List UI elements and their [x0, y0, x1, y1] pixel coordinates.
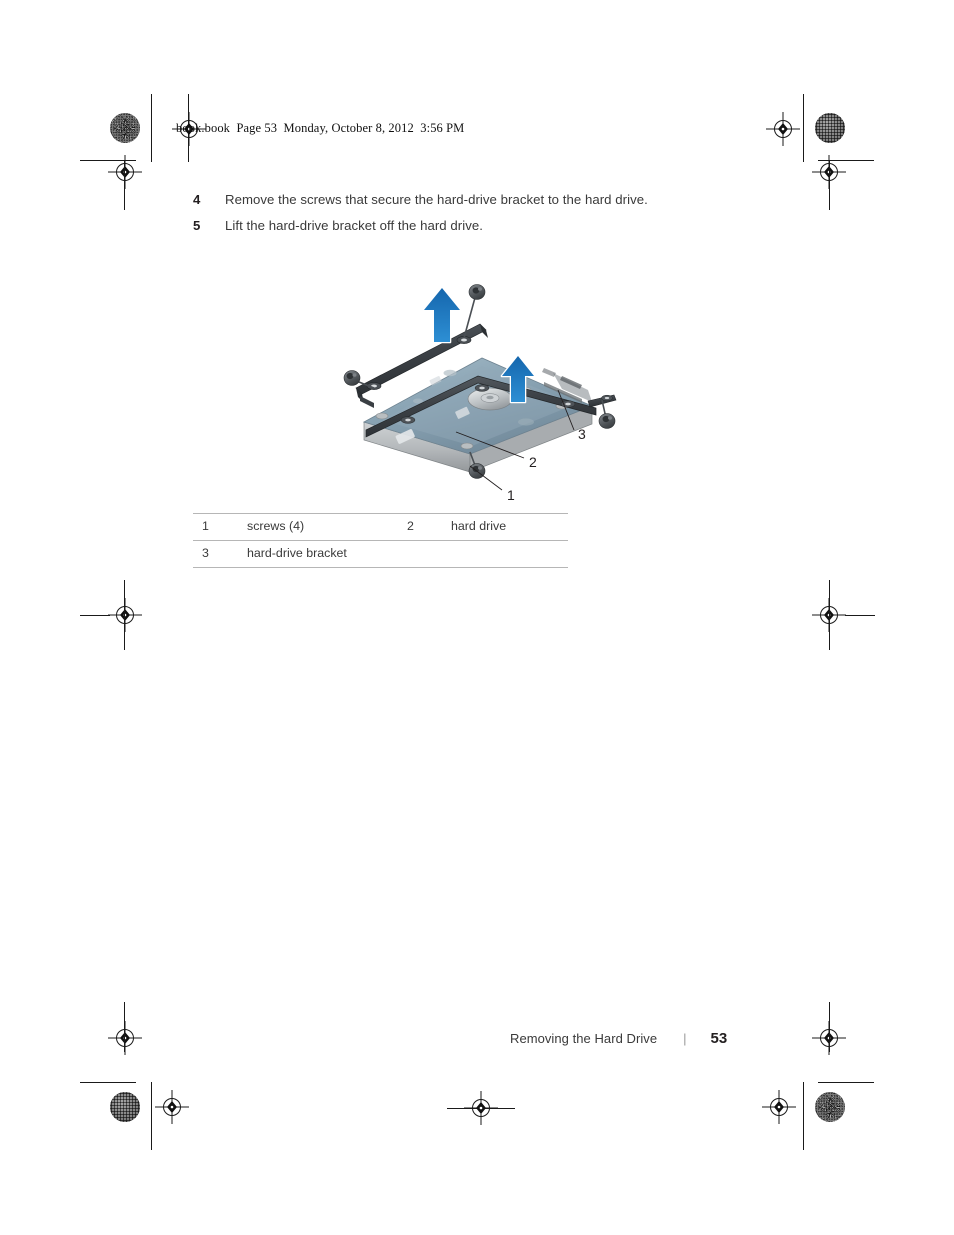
legend-number: 1 — [202, 519, 209, 533]
lift-arrow-bracket — [422, 286, 462, 344]
step-text: Remove the screws that secure the hard-d… — [225, 192, 648, 207]
registration-mark-top-right — [766, 112, 800, 146]
page-header-stamp: book.book Page 53 Monday, October 8, 201… — [176, 121, 465, 135]
crop-line-right-vertical-lower — [829, 1002, 830, 1052]
crop-line-left-horizontal-lower — [80, 1082, 136, 1083]
crop-line-left-horizontal-middle — [80, 615, 110, 616]
step-number: 4 — [193, 192, 201, 207]
legend-number: 3 — [202, 546, 209, 560]
table-row: 3 hard-drive bracket — [193, 540, 568, 568]
procedure-step-list: 4 Remove the screws that secure the hard… — [193, 190, 813, 241]
legend-label: hard drive — [451, 519, 507, 533]
document-page: book.book Page 53 Monday, October 8, 201… — [0, 0, 954, 1235]
footer-separator: | — [683, 1031, 687, 1046]
crop-line-right-vertical-middle — [829, 580, 830, 650]
registration-mark-bottom-center — [464, 1091, 498, 1125]
crop-line-top-right-vertical — [803, 94, 804, 162]
page-number: 53 — [710, 1030, 728, 1047]
crop-line-bottom-right-vertical — [803, 1082, 804, 1150]
footer-section-title: Removing the Hard Drive — [510, 1031, 658, 1046]
page-footer: Removing the Hard Drive | 53 — [510, 1030, 727, 1047]
crop-line-top-left-vertical — [151, 94, 152, 162]
halftone-circle-top-right — [815, 113, 845, 143]
step-text: Lift the hard-drive bracket off the hard… — [225, 217, 483, 233]
figure-legend-table: 1 screws (4) 2 hard drive 3 hard-drive b… — [193, 513, 568, 568]
screw-1 — [343, 370, 375, 389]
crop-line-left-vertical-middle — [124, 580, 125, 650]
crop-line-right-horizontal-middle — [845, 615, 875, 616]
registration-mark-bottom-right — [762, 1090, 796, 1124]
legend-label: hard-drive bracket — [247, 546, 347, 560]
halftone-circle-top-left — [110, 113, 140, 143]
callout-number-1: 1 — [507, 487, 515, 503]
registration-mark-left-upper — [108, 155, 142, 189]
registration-mark-bottom-left — [155, 1090, 189, 1124]
callout-number-3: 3 — [578, 426, 586, 442]
list-item: 4 Remove the screws that secure the hard… — [193, 190, 813, 209]
crop-line-right-horizontal-lower — [818, 1082, 874, 1083]
step-number: 5 — [193, 217, 201, 233]
list-item: 5 Lift the hard-drive bracket off the ha… — [193, 216, 813, 235]
callout-number-2: 2 — [529, 454, 537, 470]
legend-label: screws (4) — [247, 519, 305, 533]
legend-number: 2 — [407, 519, 414, 533]
registration-mark-left-lower — [108, 1021, 142, 1055]
halftone-circle-bottom-left — [110, 1092, 140, 1122]
table-row: 1 screws (4) 2 hard drive — [193, 513, 568, 541]
registration-mark-left-middle — [108, 598, 142, 632]
crop-line-bottom-left-vertical — [151, 1082, 152, 1150]
crop-line-left-vertical-lower — [124, 1002, 125, 1052]
crop-line-right-vertical-upper — [829, 160, 830, 210]
screw-3 — [598, 399, 616, 429]
halftone-circle-bottom-right — [815, 1092, 845, 1122]
hard-drive-bracket-illustration: 1 2 3 — [330, 272, 630, 512]
crop-line-left-vertical-upper — [124, 160, 125, 210]
